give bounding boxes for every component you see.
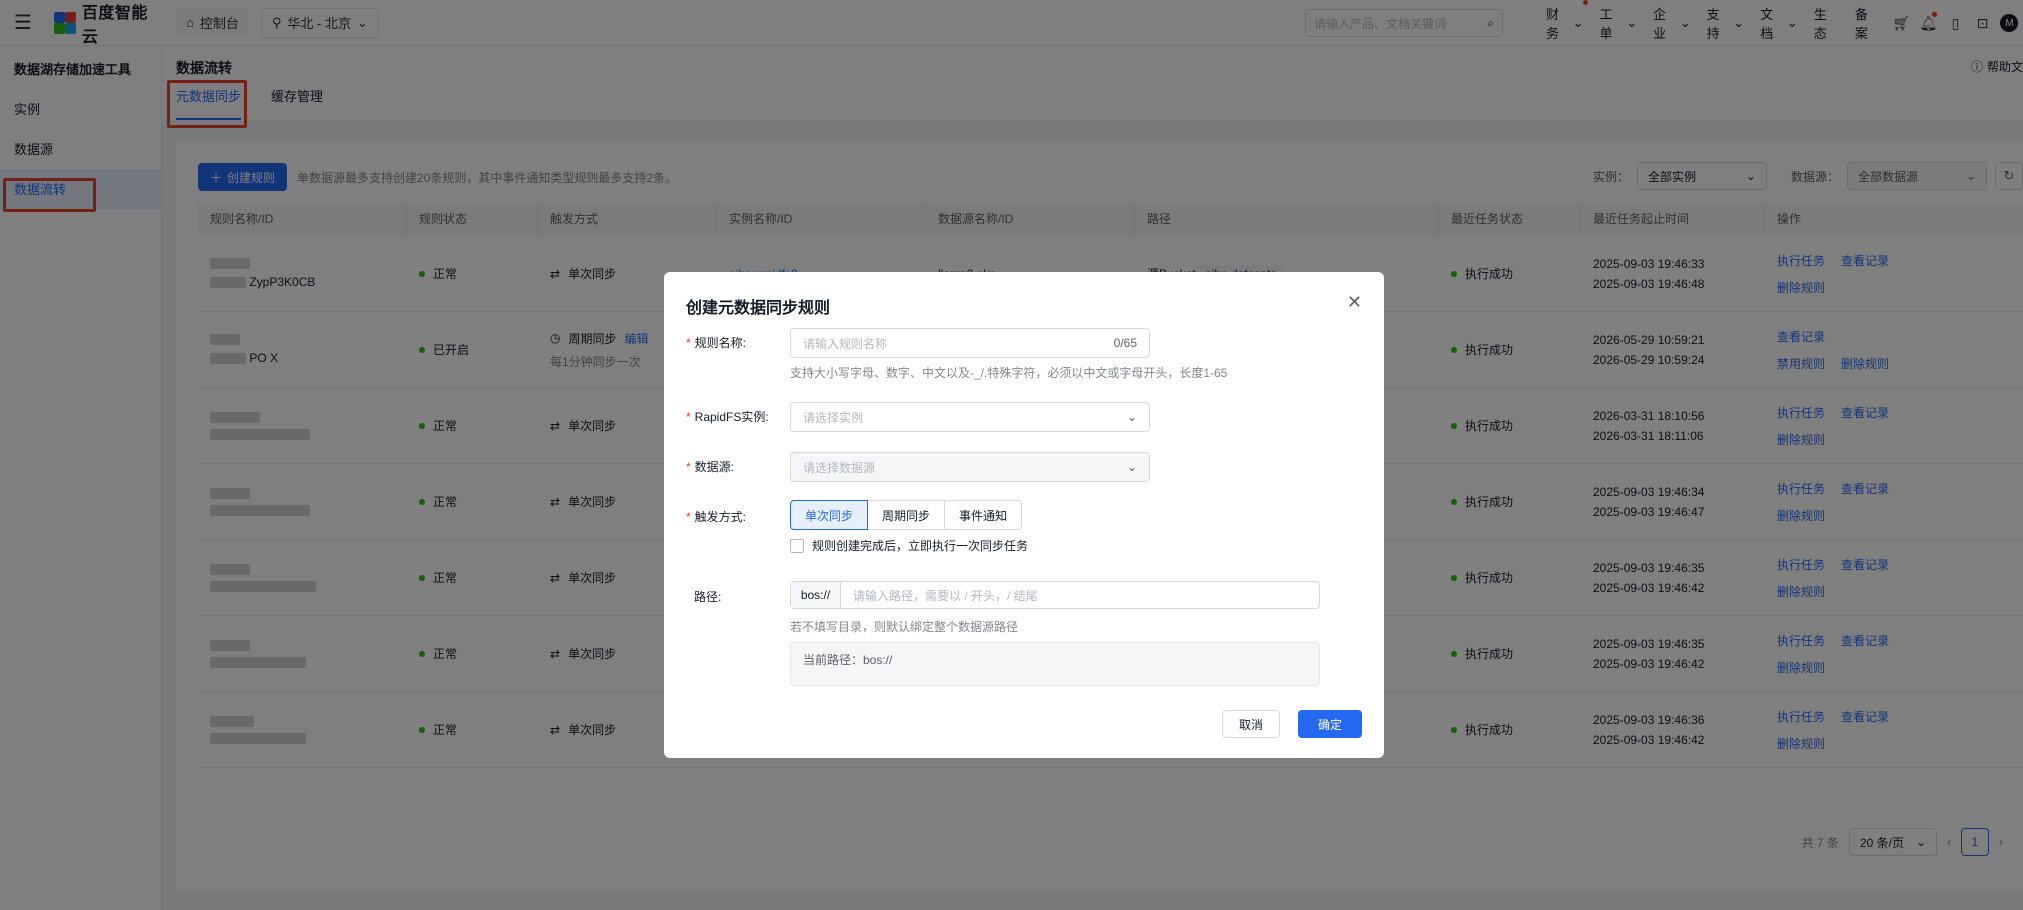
dialog-title: 创建元数据同步规则	[686, 300, 831, 317]
chevron-down-icon: ⌄	[1126, 410, 1137, 424]
path-input[interactable]: 请输入路径，需要以 / 开头，/ 结尾	[841, 582, 1319, 608]
instance-label: * RapidFS实例:	[686, 410, 769, 424]
chevron-down-icon: ⌄	[1126, 460, 1137, 474]
rule-name-placeholder: 请输入规则名称	[803, 336, 888, 351]
rule-name-input[interactable]: 请输入规则名称 0/65	[790, 328, 1150, 358]
trigger-label: * 触发方式:	[686, 510, 747, 524]
confirm-button[interactable]: 确定	[1298, 710, 1363, 738]
create-sync-rule-dialog: 创建元数据同步规则 ✕ * 规则名称: 请输入规则名称 0/65 支持大小写字母、数…	[664, 272, 1384, 758]
datasource-label-text: 数据源:	[694, 460, 735, 474]
trigger-segmented-control: 单次同步 周期同步 事件通知	[790, 500, 1023, 530]
path-label: 路径:	[694, 590, 722, 604]
rule-name-label-text: 规则名称:	[694, 336, 747, 350]
datasource-select[interactable]: 请选择数据源 ⌄	[790, 452, 1150, 482]
current-path-display: 当前路径：bos://	[790, 642, 1320, 686]
run-now-checkbox-row[interactable]: 规则创建完成后，立即执行一次同步任务	[790, 537, 1028, 554]
trigger-option-once[interactable]: 单次同步	[790, 500, 869, 530]
run-now-checkbox[interactable]	[790, 538, 804, 553]
trigger-label-text: 触发方式:	[694, 510, 747, 524]
char-counter: 0/65	[1113, 336, 1137, 350]
instance-label-text: RapidFS实例:	[694, 410, 769, 424]
instance-select[interactable]: 请选择实例 ⌄	[790, 402, 1150, 432]
trigger-option-periodic[interactable]: 周期同步	[867, 500, 946, 530]
path-prefix: bos://	[791, 582, 841, 608]
rule-name-help: 支持大小写字母、数字、中文以及-_/.特殊字符，必须以中文或字母开头，长度1-6…	[790, 366, 1228, 380]
trigger-option-event[interactable]: 事件通知	[944, 500, 1023, 530]
path-input-group: bos:// 请输入路径，需要以 / 开头，/ 结尾	[790, 581, 1320, 609]
close-icon[interactable]: ✕	[1347, 292, 1362, 313]
datasource-label: * 数据源:	[686, 460, 735, 474]
path-placeholder: 请输入路径，需要以 / 开头，/ 结尾	[853, 588, 1038, 603]
run-now-label: 规则创建完成后，立即执行一次同步任务	[812, 539, 1029, 553]
rule-name-label: * 规则名称:	[686, 336, 747, 350]
cancel-button[interactable]: 取消	[1222, 710, 1281, 738]
path-help: 若不填写目录，则默认绑定整个数据源路径	[790, 620, 1019, 634]
instance-placeholder: 请选择实例	[803, 410, 864, 425]
datasource-placeholder: 请选择数据源	[803, 460, 876, 475]
